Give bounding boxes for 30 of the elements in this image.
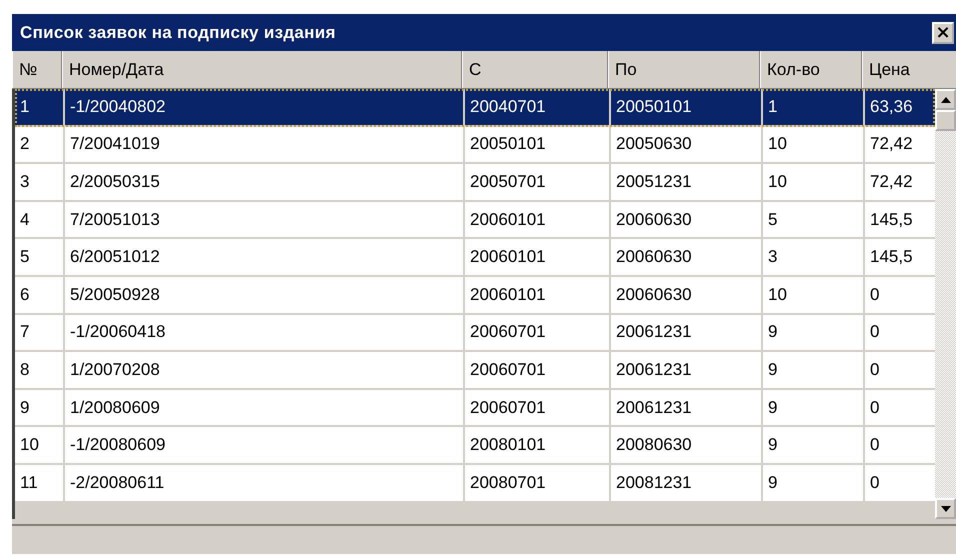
- column-header[interactable]: Кол-во: [760, 51, 862, 88]
- table-cell: 11: [15, 464, 65, 503]
- column-header[interactable]: С: [462, 51, 608, 88]
- table-row[interactable]: 8 1/20070208 20060701 20061231 9 0: [15, 352, 935, 390]
- up-arrow-icon: [940, 96, 950, 102]
- table-row[interactable]: 5 6/20051012 20060101 20060630 3 145,5: [15, 239, 935, 277]
- scroll-up-button[interactable]: [935, 89, 956, 110]
- table-cell: 9: [763, 464, 865, 503]
- table-row[interactable]: 10 -1/20080609 20080101 20080630 9 0: [15, 427, 935, 465]
- column-header[interactable]: Цена: [862, 51, 935, 88]
- table-row[interactable]: 6 5/20050928 20060101 20060630 10 0: [15, 276, 935, 315]
- window-title: Список заявок на подписку издания: [20, 22, 336, 42]
- table-cell: -2/20080611: [65, 464, 465, 503]
- table-row[interactable]: 1 -1/20040802 20040701 20050101 1 63,36: [15, 89, 935, 127]
- column-header[interactable]: Номер/Дата: [62, 51, 462, 88]
- table-row[interactable]: 11 -2/20080611 20080701 20081231 9 0: [15, 464, 935, 503]
- scroll-down-button[interactable]: [935, 498, 956, 519]
- scroll-thumb[interactable]: [935, 110, 956, 131]
- table-cell: 20080701: [465, 464, 611, 503]
- table-row[interactable]: 9 1/20080609 20060701 20061231 9 0: [15, 390, 935, 428]
- close-button[interactable]: ×: [932, 22, 954, 44]
- table-row[interactable]: 2 7/20041019 20050101 20050630 10 72,42: [15, 126, 935, 164]
- table-cell: 20081231: [611, 464, 763, 503]
- column-header[interactable]: По: [608, 51, 760, 88]
- table-row[interactable]: 7 -1/20060418 20060701 20061231 9 0: [15, 314, 935, 352]
- column-header[interactable]: №: [12, 51, 62, 88]
- down-arrow-icon: [940, 506, 950, 512]
- table-row[interactable]: 4 7/20051013 20060101 20060630 5 145,5: [15, 202, 935, 240]
- table-row[interactable]: 3 2/20050315 20050701 20051231 10 72,42: [15, 164, 935, 202]
- scrollbar[interactable]: [935, 89, 956, 519]
